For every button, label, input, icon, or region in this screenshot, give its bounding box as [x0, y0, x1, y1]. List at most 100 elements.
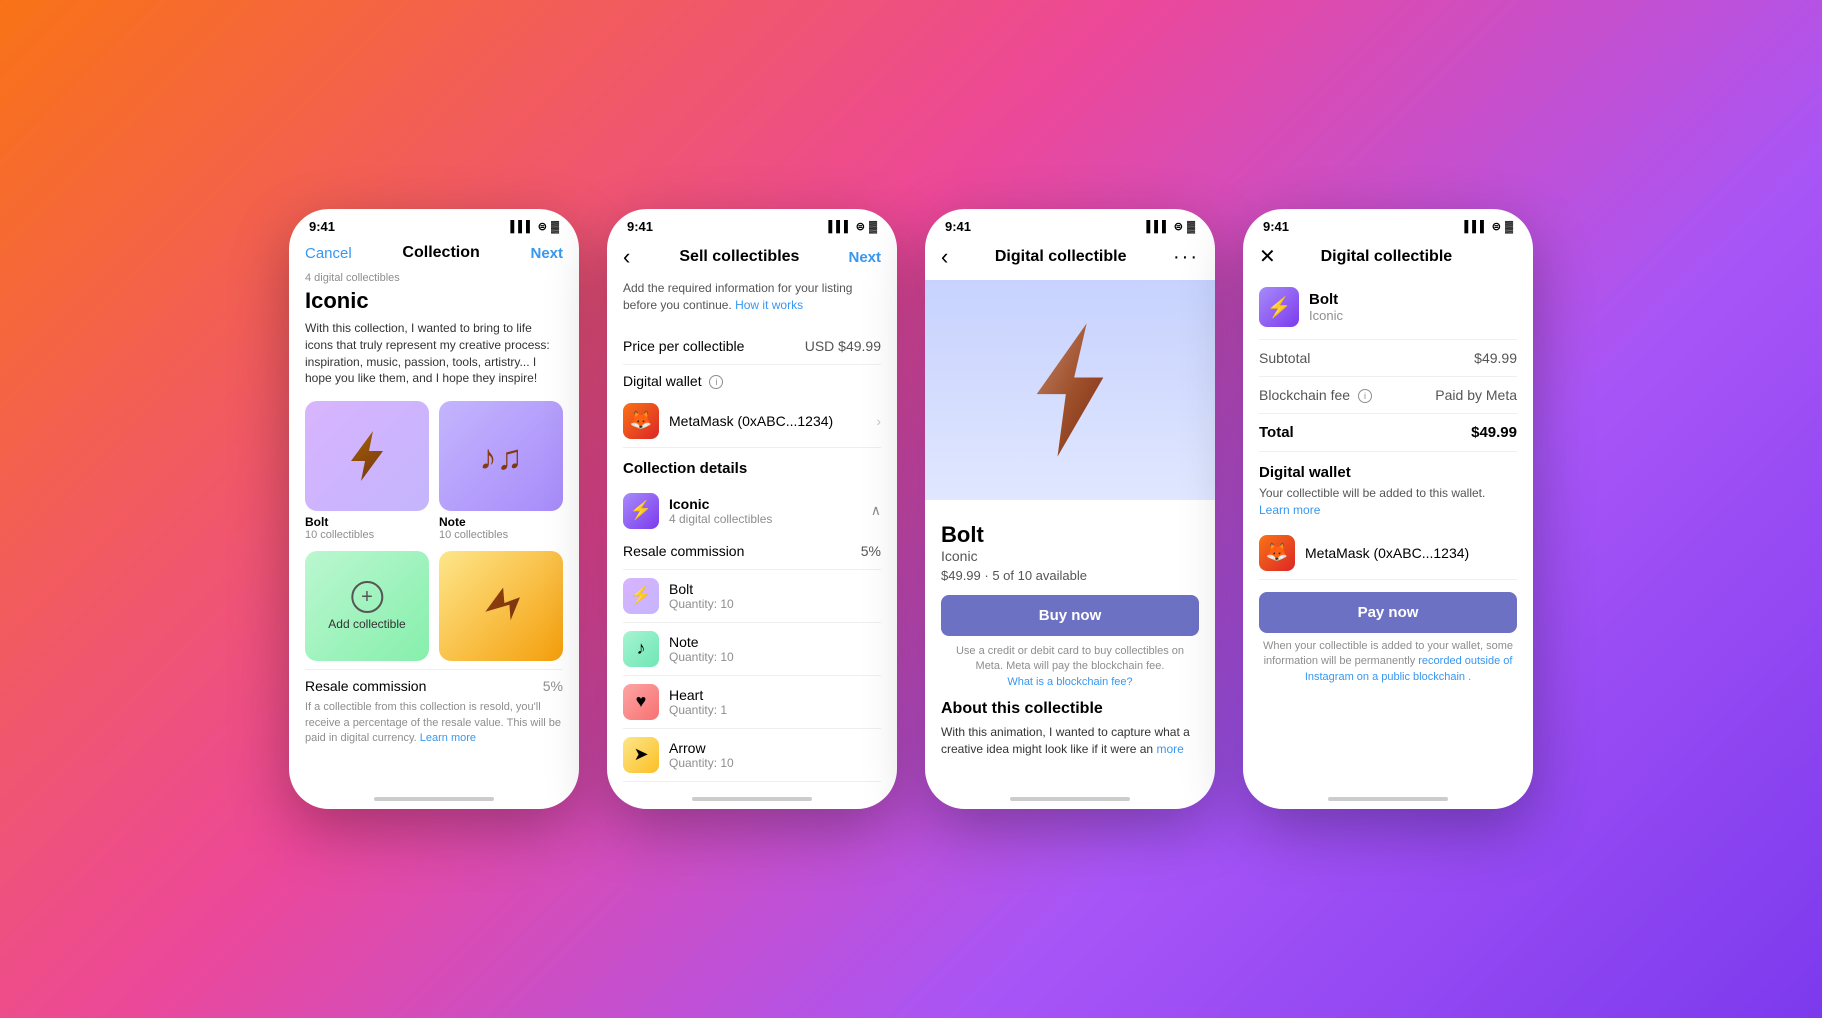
status-icons-3: ▌▌▌ ⊜ ▓: [1146, 220, 1195, 233]
next-button-1[interactable]: Next: [530, 245, 563, 262]
add-collectible-overlay[interactable]: + Add collectible: [328, 581, 405, 631]
resale-desc-1: If a collectible from this collection is…: [305, 700, 563, 746]
item-heart[interactable]: ♥ Heart Quantity: 1: [623, 676, 881, 729]
note-count: 10 collectibles: [439, 529, 563, 541]
resale-label-1: Resale commission: [305, 678, 426, 694]
wallet-label: Digital wallet i: [623, 373, 723, 389]
metamask-icon-2: 🦊: [623, 403, 659, 439]
grid-bottom: + Add collectible: [305, 551, 563, 661]
bolt-label: Bolt: [305, 515, 429, 529]
learn-more-link-4[interactable]: Learn more: [1259, 503, 1320, 517]
pay-now-button[interactable]: Pay now: [1259, 592, 1517, 633]
back-button-3[interactable]: ‹: [941, 244, 948, 270]
home-indicator-3: [1010, 797, 1130, 801]
digital-name: Bolt: [941, 522, 1199, 548]
buy-now-button[interactable]: Buy now: [941, 595, 1199, 636]
arrow-card[interactable]: [439, 551, 563, 661]
price-avail: $49.99 · 5 of 10 available: [941, 568, 1199, 583]
nav-title-2: Sell collectibles: [679, 248, 799, 266]
arrow-item-icon: ➤: [623, 737, 659, 773]
blockchain-fee-link[interactable]: What is a blockchain fee?: [1007, 676, 1132, 688]
bolt-item-icon: ⚡: [623, 578, 659, 614]
bolt-hero-svg: [1020, 315, 1120, 465]
arrow-svg: [476, 581, 526, 631]
learn-more-link-1[interactable]: Learn more: [420, 732, 476, 744]
collection-badge: 4 digital collectibles: [305, 272, 563, 284]
status-bar-2: 9:41 ▌▌▌ ⊜ ▓: [607, 209, 897, 240]
heart-item-qty: Quantity: 1: [669, 703, 727, 717]
item-bolt[interactable]: ⚡ Bolt Quantity: 10: [623, 570, 881, 623]
phone-4-content: ⚡ Bolt Iconic Subtotal $49.99 Blockchain…: [1243, 279, 1533, 791]
price-value: USD $49.99: [805, 338, 881, 354]
pay-item-name: Bolt: [1309, 291, 1343, 308]
digital-wallet-section: Digital wallet Your collectible will be …: [1259, 464, 1517, 580]
wallet-name-2: MetaMask (0xABC...1234): [669, 413, 866, 429]
wallet-section: Digital wallet i: [623, 365, 881, 395]
phone-3-detail: 9:41 ▌▌▌ ⊜ ▓ ‹ Digital collectible ···: [925, 209, 1215, 809]
signal-icon-2: ▌▌▌: [828, 221, 851, 233]
bolt-item-info: Bolt Quantity: 10: [669, 581, 734, 611]
resale-label-2: Resale commission: [623, 543, 744, 559]
status-icons-4: ▌▌▌ ⊜ ▓: [1464, 220, 1513, 233]
more-link[interactable]: more: [1156, 742, 1183, 756]
bolt-item-name: Bolt: [669, 581, 734, 597]
about-text: With this animation, I wanted to capture…: [941, 724, 1199, 758]
collection-desc: With this collection, I wanted to bring …: [305, 320, 563, 387]
pay-item-info: Bolt Iconic: [1309, 291, 1343, 323]
wallet-row-2[interactable]: 🦊 MetaMask (0xABC...1234) ›: [623, 395, 881, 448]
close-button-4[interactable]: ✕: [1259, 244, 1276, 269]
subtotal-value: $49.99: [1474, 350, 1517, 366]
about-title: About this collectible: [941, 700, 1199, 718]
bolt-count: 10 collectibles: [305, 529, 429, 541]
item-arrow[interactable]: ➤ Arrow Quantity: 10: [623, 729, 881, 782]
add-icon: +: [351, 581, 383, 613]
sell-desc: Add the required information for your li…: [623, 280, 881, 314]
wallet-name-4: MetaMask (0xABC...1234): [1305, 545, 1517, 561]
subtotal-row: Subtotal $49.99: [1259, 340, 1517, 377]
status-icons-1: ▌▌▌ ⊜ ▓: [510, 220, 559, 233]
coll-name: Iconic: [669, 496, 772, 512]
add-collectible-label: Add collectible: [328, 617, 405, 631]
wifi-icon-4: ⊜: [1492, 220, 1501, 233]
chevron-up-icon: ∧: [871, 502, 881, 519]
pay-wallet-row[interactable]: 🦊 MetaMask (0xABC...1234): [1259, 527, 1517, 580]
status-bar-4: 9:41 ▌▌▌ ⊜ ▓: [1243, 209, 1533, 240]
resale-row-2: Resale commission 5%: [623, 533, 881, 570]
back-button-2[interactable]: ‹: [623, 244, 630, 270]
fee-value: Paid by Meta: [1435, 387, 1517, 403]
home-indicator-2: [692, 797, 812, 801]
coll-icon: ⚡: [623, 493, 659, 529]
pay-note: When your collectible is added to your w…: [1259, 639, 1517, 685]
wifi-icon-3: ⊜: [1174, 220, 1183, 233]
price-label: Price per collectible: [623, 338, 744, 354]
total-value: $49.99: [1471, 424, 1517, 441]
cancel-button[interactable]: Cancel: [305, 245, 352, 262]
collectible-bolt[interactable]: Bolt 10 collectibles: [305, 401, 429, 541]
nav-bar-3: ‹ Digital collectible ···: [925, 240, 1215, 280]
hero-image: [925, 280, 1215, 500]
heart-item-info: Heart Quantity: 1: [669, 687, 727, 717]
signal-icon: ▌▌▌: [510, 221, 533, 233]
pay-header-item: ⚡ Bolt Iconic: [1259, 279, 1517, 340]
collection-expand-left: ⚡ Iconic 4 digital collectibles: [623, 493, 772, 529]
wifi-icon: ⊜: [538, 220, 547, 233]
resale-pct-1: 5%: [543, 678, 563, 694]
heart-card[interactable]: + Add collectible: [305, 551, 429, 661]
next-button-2[interactable]: Next: [848, 249, 881, 266]
phone-1-collection: 9:41 ▌▌▌ ⊜ ▓ Cancel Collection Next 4 di…: [289, 209, 579, 809]
item-note[interactable]: ♪ Note Quantity: 10: [623, 623, 881, 676]
heart-item-icon: ♥: [623, 684, 659, 720]
arrow-item-qty: Quantity: 10: [669, 756, 734, 770]
bolt-item-qty: Quantity: 10: [669, 597, 734, 611]
how-it-works-link[interactable]: How it works: [735, 298, 803, 312]
collection-title: Iconic: [305, 288, 563, 314]
resale-pct-2: 5%: [861, 543, 881, 559]
collectible-note[interactable]: ♪♫ Note 10 collectibles: [439, 401, 563, 541]
collection-expand[interactable]: ⚡ Iconic 4 digital collectibles ∧: [623, 485, 881, 533]
buy-note: Use a credit or debit card to buy collec…: [941, 644, 1199, 690]
more-dots-icon[interactable]: ···: [1173, 246, 1199, 269]
dw-title: Digital wallet: [1259, 464, 1517, 481]
note-item-qty: Quantity: 10: [669, 650, 734, 664]
phones-container: 9:41 ▌▌▌ ⊜ ▓ Cancel Collection Next 4 di…: [259, 179, 1563, 839]
arrow-item-info: Arrow Quantity: 10: [669, 740, 734, 770]
